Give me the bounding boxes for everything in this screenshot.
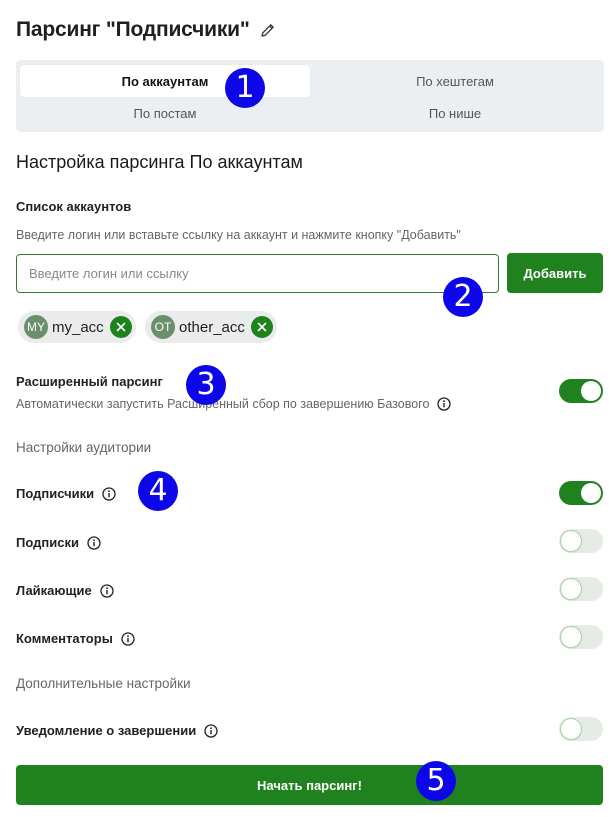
followers-toggle[interactable] (559, 481, 603, 505)
marker-badge-4: 4 (138, 471, 178, 511)
close-icon[interactable] (250, 316, 273, 338)
start-parsing-button[interactable]: Начать парсинг! (16, 765, 603, 805)
tab-by-niche[interactable]: По нише (310, 97, 600, 129)
info-icon[interactable] (100, 583, 114, 598)
marker-badge-3: 3 (186, 365, 226, 405)
following-toggle[interactable] (559, 529, 603, 553)
additional-settings-label: Дополнительные настройки (16, 676, 191, 691)
marker-badge-2: 2 (443, 277, 483, 317)
tab-by-posts[interactable]: По постам (20, 97, 310, 129)
marker-badge-1: 1 (225, 68, 265, 108)
notify-row: Уведомление о завершении (16, 723, 218, 738)
info-icon[interactable] (437, 397, 452, 411)
notify-label: Уведомление о завершении (16, 723, 197, 738)
extended-parsing-description: Автоматически запустить Расширенный сбор… (16, 397, 430, 411)
extended-parsing-label: Расширенный парсинг (16, 374, 163, 389)
toggle-knob (561, 627, 581, 647)
header: Парсинг "Подписчики" (16, 18, 276, 42)
info-icon[interactable] (102, 486, 116, 501)
tab-by-hashtags[interactable]: По хештегам (310, 65, 600, 97)
notify-toggle[interactable] (559, 717, 603, 741)
audience-item-label: Комментаторы (16, 631, 113, 646)
audience-item-label: Лайкающие (16, 583, 92, 598)
likers-toggle[interactable] (559, 577, 603, 601)
info-icon[interactable] (121, 631, 135, 646)
account-chip-name: other_acc (179, 318, 245, 336)
page-title: Парсинг "Подписчики" (16, 18, 250, 41)
toggle-knob (561, 719, 581, 739)
accounts-hint: Введите логин или вставьте ссылку на акк… (16, 228, 461, 242)
info-icon[interactable] (204, 723, 218, 738)
account-chip: OT other_acc (145, 311, 277, 343)
section-title: Настройка парсинга По аккаунтам (16, 152, 303, 172)
tab-by-accounts[interactable]: По аккаунтам (20, 65, 310, 97)
account-login-input[interactable] (16, 254, 499, 293)
extended-parsing-toggle[interactable] (559, 379, 603, 403)
toggle-knob (561, 579, 581, 599)
account-chip: MY my_acc (18, 311, 136, 343)
audience-settings-label: Настройки аудитории (16, 440, 152, 455)
toggle-knob (581, 381, 601, 401)
parsing-type-tabs: По аккаунтам По хештегам По постам По ни… (16, 60, 604, 132)
toggle-knob (561, 531, 581, 551)
commenters-toggle[interactable] (559, 625, 603, 649)
avatar: OT (151, 315, 175, 339)
audience-item-label: Подписчики (16, 486, 95, 501)
extended-parsing-hint-row: Автоматически запустить Расширенный сбор… (16, 397, 452, 411)
audience-row-following: Подписки (16, 535, 101, 550)
close-icon[interactable] (109, 316, 132, 338)
audience-item-label: Подписки (16, 535, 79, 550)
audience-row-likers: Лайкающие (16, 583, 114, 598)
marker-badge-5: 5 (416, 761, 456, 801)
info-icon[interactable] (87, 535, 101, 550)
toggle-knob (581, 483, 601, 503)
audience-row-followers: Подписчики (16, 486, 116, 501)
add-account-button[interactable]: Добавить (507, 253, 603, 293)
audience-row-commenters: Комментаторы (16, 631, 135, 646)
avatar: MY (24, 315, 48, 339)
accounts-label: Список аккаунтов (16, 199, 132, 214)
account-chip-name: my_acc (52, 318, 104, 336)
pencil-icon[interactable] (260, 22, 276, 38)
